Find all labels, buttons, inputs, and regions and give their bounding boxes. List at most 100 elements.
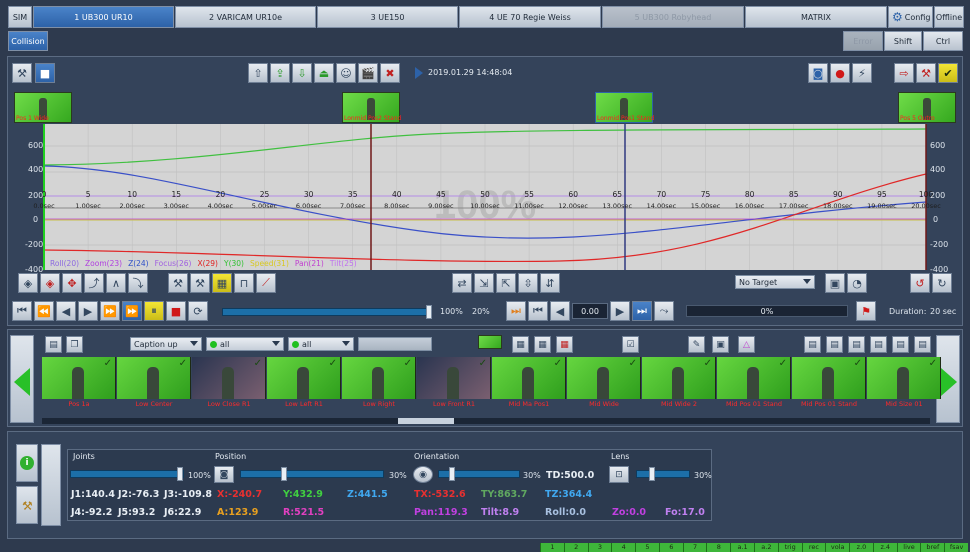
preview-thumb[interactable] bbox=[478, 335, 502, 349]
lib-edit-icon[interactable]: ✎ bbox=[688, 336, 705, 353]
preset-thumbnail[interactable]: ✓ bbox=[867, 357, 941, 399]
play-marker-icon[interactable] bbox=[415, 67, 423, 79]
legend-tilt[interactable]: Tilt(25) bbox=[330, 259, 357, 268]
curve-out-icon[interactable]: ⤵ bbox=[128, 273, 148, 293]
camera-icon[interactable]: ◙ bbox=[808, 63, 828, 83]
info-button[interactable]: i bbox=[16, 444, 38, 482]
preset-thumbnail[interactable]: ✓ bbox=[267, 357, 341, 399]
preset-thumbnail[interactable]: ✓ bbox=[342, 357, 416, 399]
lens-slider[interactable] bbox=[636, 467, 690, 481]
lib-d-icon[interactable]: ▤ bbox=[870, 336, 887, 353]
upload-green-icon[interactable]: ⇪ bbox=[270, 63, 290, 83]
status-cell[interactable]: 7 bbox=[682, 543, 707, 552]
status-cell[interactable]: 3 bbox=[587, 543, 612, 552]
tab-cam-2[interactable]: 2 VARICAM UR10e bbox=[175, 6, 316, 28]
legend-zoom[interactable]: Zoom(23) bbox=[85, 259, 122, 268]
robot-arm-icon[interactable]: ⚒ bbox=[12, 63, 32, 83]
status-cell[interactable]: z.4 bbox=[872, 543, 897, 552]
lib-a-icon[interactable]: ▤ bbox=[804, 336, 821, 353]
orientation-target-icon[interactable]: ◉ bbox=[413, 466, 433, 483]
stop-icon[interactable]: ■ bbox=[166, 301, 186, 321]
square-mode-icon[interactable]: ■ bbox=[35, 63, 55, 83]
step-forward-icon[interactable]: ⏩ bbox=[100, 301, 120, 321]
tab-cam-1[interactable]: 1 UB300 UR10 bbox=[33, 6, 174, 28]
skip-start-icon[interactable]: ⏮ bbox=[12, 301, 32, 321]
curve-shape-icon[interactable]: ∧ bbox=[106, 273, 126, 293]
frame-back-icon[interactable]: ⏮ bbox=[528, 301, 548, 321]
tag-icon[interactable]: ◈ bbox=[18, 273, 38, 293]
status-cell[interactable]: 4 bbox=[611, 543, 636, 552]
export-icon[interactable]: ⇨ bbox=[894, 63, 914, 83]
robot-view-button[interactable]: ⚒ bbox=[16, 486, 38, 524]
confirm-check-icon[interactable]: ✔ bbox=[938, 63, 958, 83]
jump-icon[interactable]: ⤳ bbox=[654, 301, 674, 321]
status-cell[interactable]: fsav bbox=[944, 543, 968, 552]
scroll-left-button[interactable] bbox=[10, 335, 34, 423]
search-input[interactable] bbox=[358, 337, 432, 351]
play-forward-icon[interactable]: ⏩ bbox=[122, 301, 142, 321]
strip-scrollbar[interactable] bbox=[42, 418, 930, 424]
goto-start-icon[interactable]: ⏭ bbox=[506, 301, 526, 321]
lens-focus-icon[interactable]: ⊡ bbox=[609, 466, 629, 483]
preset-thumbnail[interactable]: ✓ bbox=[117, 357, 191, 399]
strip-scrollbar-thumb[interactable] bbox=[398, 418, 454, 424]
joints-slider[interactable] bbox=[70, 467, 184, 481]
preset-thumbnail[interactable]: ✓ bbox=[717, 357, 791, 399]
align-b-icon[interactable]: ⇲ bbox=[474, 273, 494, 293]
pause-icon[interactable]: ⏸ bbox=[144, 301, 164, 321]
lib-e-icon[interactable]: ▤ bbox=[892, 336, 909, 353]
tool-b-icon[interactable]: ⚒ bbox=[190, 273, 210, 293]
clapper-icon[interactable]: 🎬 bbox=[358, 63, 378, 83]
status-cell[interactable]: a.2 bbox=[754, 543, 778, 552]
tab-matrix[interactable]: MATRIX bbox=[745, 6, 887, 28]
loop-icon[interactable]: ⟳ bbox=[188, 301, 208, 321]
offline-button[interactable]: Offline bbox=[934, 6, 964, 28]
step-icon[interactable]: ⊓ bbox=[234, 273, 254, 293]
lib-c-icon[interactable]: ▤ bbox=[848, 336, 865, 353]
eject-icon[interactable]: ⏏ bbox=[314, 63, 334, 83]
preset-thumbnail[interactable]: ✓ bbox=[642, 357, 716, 399]
status-cell[interactable]: a.1 bbox=[730, 543, 754, 552]
status-cell[interactable]: vola bbox=[825, 543, 850, 552]
status-cell[interactable]: rec bbox=[801, 543, 826, 552]
speed-slider[interactable] bbox=[222, 305, 432, 319]
status-cell[interactable]: 1 bbox=[540, 543, 564, 552]
gauge-icon[interactable]: ◔ bbox=[847, 273, 867, 293]
caption-select[interactable]: Caption up bbox=[130, 337, 202, 351]
lib-doc-icon[interactable]: ▣ bbox=[712, 336, 729, 353]
download-green-icon[interactable]: ⇩ bbox=[292, 63, 312, 83]
error-button[interactable]: Error bbox=[843, 31, 883, 51]
legend-pan[interactable]: Pan(21) bbox=[295, 259, 324, 268]
legend-z[interactable]: Z(24) bbox=[128, 259, 149, 268]
position-slider[interactable] bbox=[240, 467, 384, 481]
lib-folder-icon[interactable]: ▤ bbox=[45, 336, 62, 353]
status-cell[interactable]: trig bbox=[777, 543, 802, 552]
curve-in-icon[interactable]: ⤴ bbox=[84, 273, 104, 293]
collision-button[interactable]: Collision bbox=[8, 31, 48, 51]
filter-select-2[interactable]: all bbox=[288, 337, 354, 351]
lib-grid-delete-icon[interactable]: ▦ bbox=[556, 336, 573, 353]
side-toggle-button[interactable] bbox=[41, 444, 61, 526]
position-camera-icon[interactable]: ◙ bbox=[214, 466, 234, 483]
redo-icon[interactable]: ↻ bbox=[932, 273, 952, 293]
lib-grid2-icon[interactable]: ▦ bbox=[534, 336, 551, 353]
lib-f-icon[interactable]: ▤ bbox=[914, 336, 931, 353]
image-target-icon[interactable]: ▣ bbox=[825, 273, 845, 293]
ctrl-button[interactable]: Ctrl bbox=[923, 31, 963, 51]
status-cell[interactable]: live bbox=[896, 543, 921, 552]
legend-x[interactable]: X(29) bbox=[197, 259, 218, 268]
undo-icon[interactable]: ↺ bbox=[910, 273, 930, 293]
align-a-icon[interactable]: ⇄ bbox=[452, 273, 472, 293]
target-select[interactable]: No Target bbox=[735, 275, 815, 289]
filter-select-1[interactable]: all bbox=[206, 337, 284, 351]
legend-speed[interactable]: Speed(31) bbox=[250, 259, 289, 268]
lib-warning-icon[interactable]: △ bbox=[738, 336, 755, 353]
status-cell[interactable]: 2 bbox=[563, 543, 588, 552]
lib-copy-icon[interactable]: ❐ bbox=[66, 336, 83, 353]
trigger-icon[interactable]: ⚡ bbox=[852, 63, 872, 83]
load-icon[interactable]: ⇧ bbox=[248, 63, 268, 83]
lib-b-icon[interactable]: ▤ bbox=[826, 336, 843, 353]
legend-roll[interactable]: Roll(20) bbox=[50, 259, 79, 268]
preset-thumbnail[interactable]: ✓ bbox=[42, 357, 116, 399]
status-cell[interactable]: 6 bbox=[658, 543, 683, 552]
